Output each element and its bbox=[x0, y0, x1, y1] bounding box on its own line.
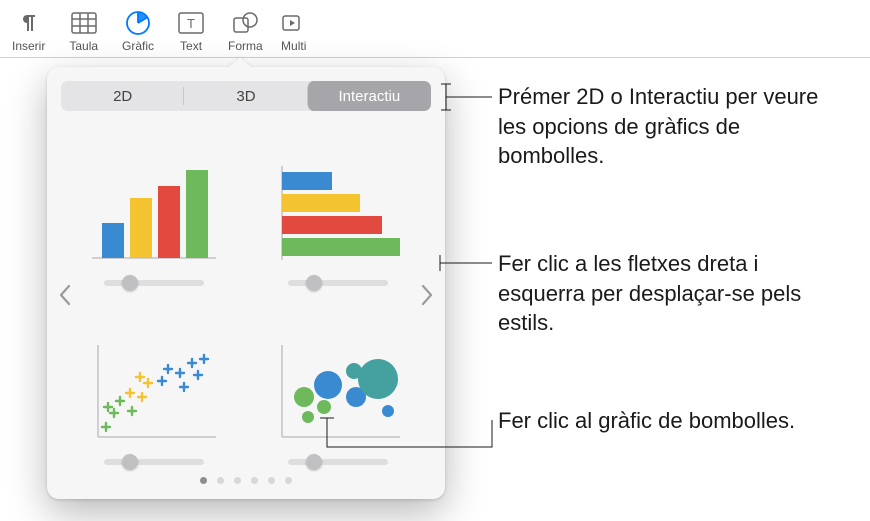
toolbar: Inserir Taula Gràfic T Text Forma Multi bbox=[0, 0, 870, 58]
bar-chart-icon bbox=[268, 158, 408, 268]
bubble-chart-icon bbox=[268, 337, 408, 447]
page-indicator[interactable] bbox=[61, 477, 431, 484]
chart-type-segment: 2D 3D Interactiu bbox=[61, 81, 431, 111]
page-dot[interactable] bbox=[200, 477, 207, 484]
shape-icon bbox=[232, 8, 258, 38]
toolbar-label: Text bbox=[180, 39, 202, 53]
media-icon bbox=[281, 8, 307, 38]
toolbar-item-table[interactable]: Taula bbox=[57, 4, 110, 57]
scatter-plot-tile[interactable] bbox=[71, 304, 237, 465]
callout-tabs: Prémer 2D o Interactiu per veure les opc… bbox=[498, 82, 843, 171]
page-dot[interactable] bbox=[251, 477, 258, 484]
tab-interactive[interactable]: Interactiu bbox=[308, 81, 431, 111]
toolbar-label: Gràfic bbox=[122, 39, 154, 53]
next-style-arrow[interactable] bbox=[415, 275, 439, 315]
style-slider[interactable] bbox=[104, 459, 204, 465]
toolbar-label: Inserir bbox=[12, 39, 45, 53]
style-slider[interactable] bbox=[288, 459, 388, 465]
bubble-chart-tile[interactable] bbox=[255, 304, 421, 465]
toolbar-label: Forma bbox=[228, 39, 263, 53]
toolbar-item-shape[interactable]: Forma bbox=[216, 4, 275, 57]
page-dot[interactable] bbox=[268, 477, 275, 484]
callout-bubble-chart: Fer clic al gràfic de bombolles. bbox=[498, 406, 843, 436]
scatter-plot-icon bbox=[84, 337, 224, 447]
style-slider[interactable] bbox=[104, 280, 204, 286]
column-chart-tile[interactable] bbox=[71, 125, 237, 286]
tab-3d[interactable]: 3D bbox=[184, 81, 307, 111]
toolbar-label: Multi bbox=[281, 39, 306, 53]
pilcrow-icon bbox=[17, 8, 41, 38]
pie-chart-icon bbox=[125, 8, 151, 38]
column-chart-icon bbox=[84, 158, 224, 268]
page-dot[interactable] bbox=[285, 477, 292, 484]
prev-style-arrow[interactable] bbox=[53, 275, 77, 315]
table-icon bbox=[71, 8, 97, 38]
toolbar-item-media[interactable]: Multi bbox=[275, 4, 313, 57]
chart-picker-popover: 2D 3D Interactiu bbox=[47, 67, 445, 499]
text-box-icon: T bbox=[178, 8, 204, 38]
svg-text:T: T bbox=[187, 16, 195, 31]
chart-style-grid bbox=[61, 125, 431, 465]
bar-chart-tile[interactable] bbox=[255, 125, 421, 286]
toolbar-item-chart[interactable]: Gràfic bbox=[110, 4, 166, 57]
toolbar-item-text[interactable]: T Text bbox=[166, 4, 216, 57]
tab-2d[interactable]: 2D bbox=[61, 81, 184, 111]
page-dot[interactable] bbox=[234, 477, 241, 484]
toolbar-label: Taula bbox=[69, 39, 98, 53]
page-dot[interactable] bbox=[217, 477, 224, 484]
callout-arrows: Fer clic a les fletxes dreta i esquerra … bbox=[498, 249, 843, 338]
toolbar-item-insert[interactable]: Inserir bbox=[0, 4, 57, 57]
style-slider[interactable] bbox=[288, 280, 388, 286]
